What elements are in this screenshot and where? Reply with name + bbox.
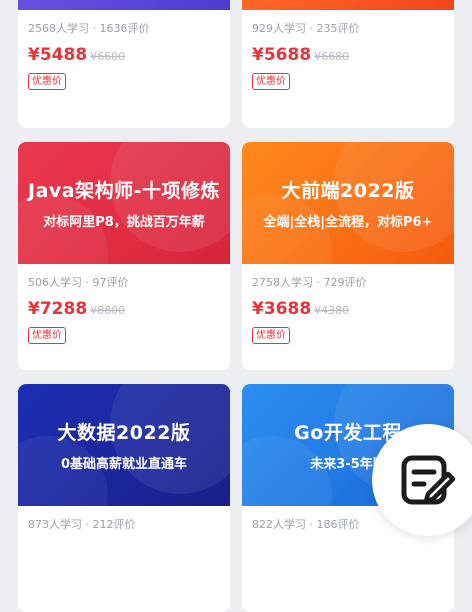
banner-subtitle: 0基础高薪就业直通车 bbox=[60, 457, 188, 472]
course-banner: Java架构师-十项修炼 对标阿里P8，挑战百万年薪 bbox=[18, 142, 230, 264]
price-row: ¥7288 ¥8800 bbox=[28, 299, 220, 319]
price-row: ¥3688 ¥4380 bbox=[252, 299, 444, 319]
course-banner: 大数据2022版 0基础高薪就业直通车 bbox=[18, 384, 230, 506]
note-edit-icon bbox=[401, 455, 456, 505]
discount-badge: 优惠价 bbox=[252, 73, 290, 90]
course-original-price: ¥8800 bbox=[90, 304, 126, 317]
course-banner bbox=[242, 0, 454, 10]
course-price: ¥7288 bbox=[28, 299, 88, 319]
course-stats: 2568人学习 · 1636评价 bbox=[28, 22, 150, 35]
course-info: 2568人学习 · 1636评价 ¥5488 ¥6600 优惠价 bbox=[18, 10, 230, 90]
price-row: ¥5488 ¥6600 bbox=[28, 45, 220, 65]
banner-title: Java架构师-十项修炼 bbox=[28, 180, 220, 202]
course-card[interactable]: 929人学习 · 235评价 ¥5688 ¥6680 优惠价 bbox=[242, 0, 454, 128]
course-price: ¥5688 bbox=[252, 45, 312, 65]
course-info: 506人学习 · 97评价 ¥7288 ¥8800 优惠价 bbox=[18, 264, 230, 344]
banner-title: Go开发工程 bbox=[294, 422, 402, 444]
course-info: 873人学习 · 212评价 bbox=[18, 506, 230, 532]
course-banner: 大前端2022版 全端|全栈|全流程，对标P6+ bbox=[242, 142, 454, 264]
course-card[interactable]: Java架构师-十项修炼 对标阿里P8，挑战百万年薪 506人学习 · 97评价… bbox=[18, 142, 230, 370]
discount-badge: 优惠价 bbox=[28, 73, 66, 90]
banner-subtitle: 全端|全栈|全流程，对标P6+ bbox=[263, 215, 433, 230]
banner-title: 大前端2022版 bbox=[281, 180, 415, 202]
course-card[interactable]: 大数据2022版 0基础高薪就业直通车 873人学习 · 212评价 bbox=[18, 384, 230, 612]
course-card[interactable]: 大前端2022版 全端|全栈|全流程，对标P6+ 2758人学习 · 729评价… bbox=[242, 142, 454, 370]
course-stats: 2758人学习 · 729评价 bbox=[252, 276, 367, 289]
course-info: 2758人学习 · 729评价 ¥3688 ¥4380 优惠价 bbox=[242, 264, 454, 344]
course-original-price: ¥6680 bbox=[314, 50, 350, 63]
discount-badge: 优惠价 bbox=[28, 327, 66, 344]
banner-title: 大数据2022版 bbox=[57, 422, 191, 444]
course-original-price: ¥6600 bbox=[90, 50, 126, 63]
course-price: ¥3688 bbox=[252, 299, 312, 319]
price-row: ¥5688 ¥6680 bbox=[252, 45, 444, 65]
course-stats: 929人学习 · 235评价 bbox=[252, 22, 360, 35]
note-edit-button[interactable] bbox=[372, 424, 472, 536]
discount-badge: 优惠价 bbox=[252, 327, 290, 344]
course-banner bbox=[18, 0, 230, 10]
course-info: 929人学习 · 235评价 ¥5688 ¥6680 优惠价 bbox=[242, 10, 454, 90]
course-stats: 506人学习 · 97评价 bbox=[28, 276, 129, 289]
course-card[interactable]: 2568人学习 · 1636评价 ¥5488 ¥6600 优惠价 bbox=[18, 0, 230, 128]
course-original-price: ¥4380 bbox=[314, 304, 350, 317]
course-price: ¥5488 bbox=[28, 45, 88, 65]
banner-subtitle: 对标阿里P8，挑战百万年薪 bbox=[43, 215, 205, 230]
